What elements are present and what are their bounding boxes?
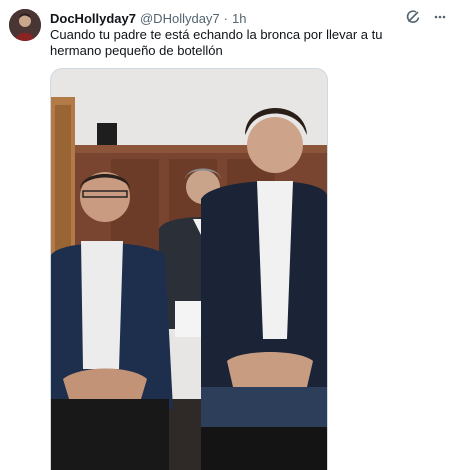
tweet-text: Cuando tu padre te está echando la bronc… bbox=[50, 27, 383, 58]
avatar[interactable] bbox=[9, 9, 41, 41]
tweet[interactable]: DocHollyday7 @DHollyday7 · 1h Cuando tu … bbox=[0, 0, 457, 470]
tweet-header: DocHollyday7 @DHollyday7 · 1h bbox=[50, 9, 246, 27]
tweet-actions-top bbox=[405, 9, 447, 25]
user-handle[interactable]: @DHollyday7 bbox=[140, 11, 220, 26]
display-name[interactable]: DocHollyday7 bbox=[50, 11, 136, 26]
timestamp[interactable]: 1h bbox=[232, 11, 246, 26]
more-icon[interactable] bbox=[433, 10, 447, 24]
grok-icon[interactable] bbox=[405, 9, 421, 25]
separator-dot: · bbox=[223, 10, 228, 26]
tweet-photo[interactable] bbox=[50, 68, 328, 470]
